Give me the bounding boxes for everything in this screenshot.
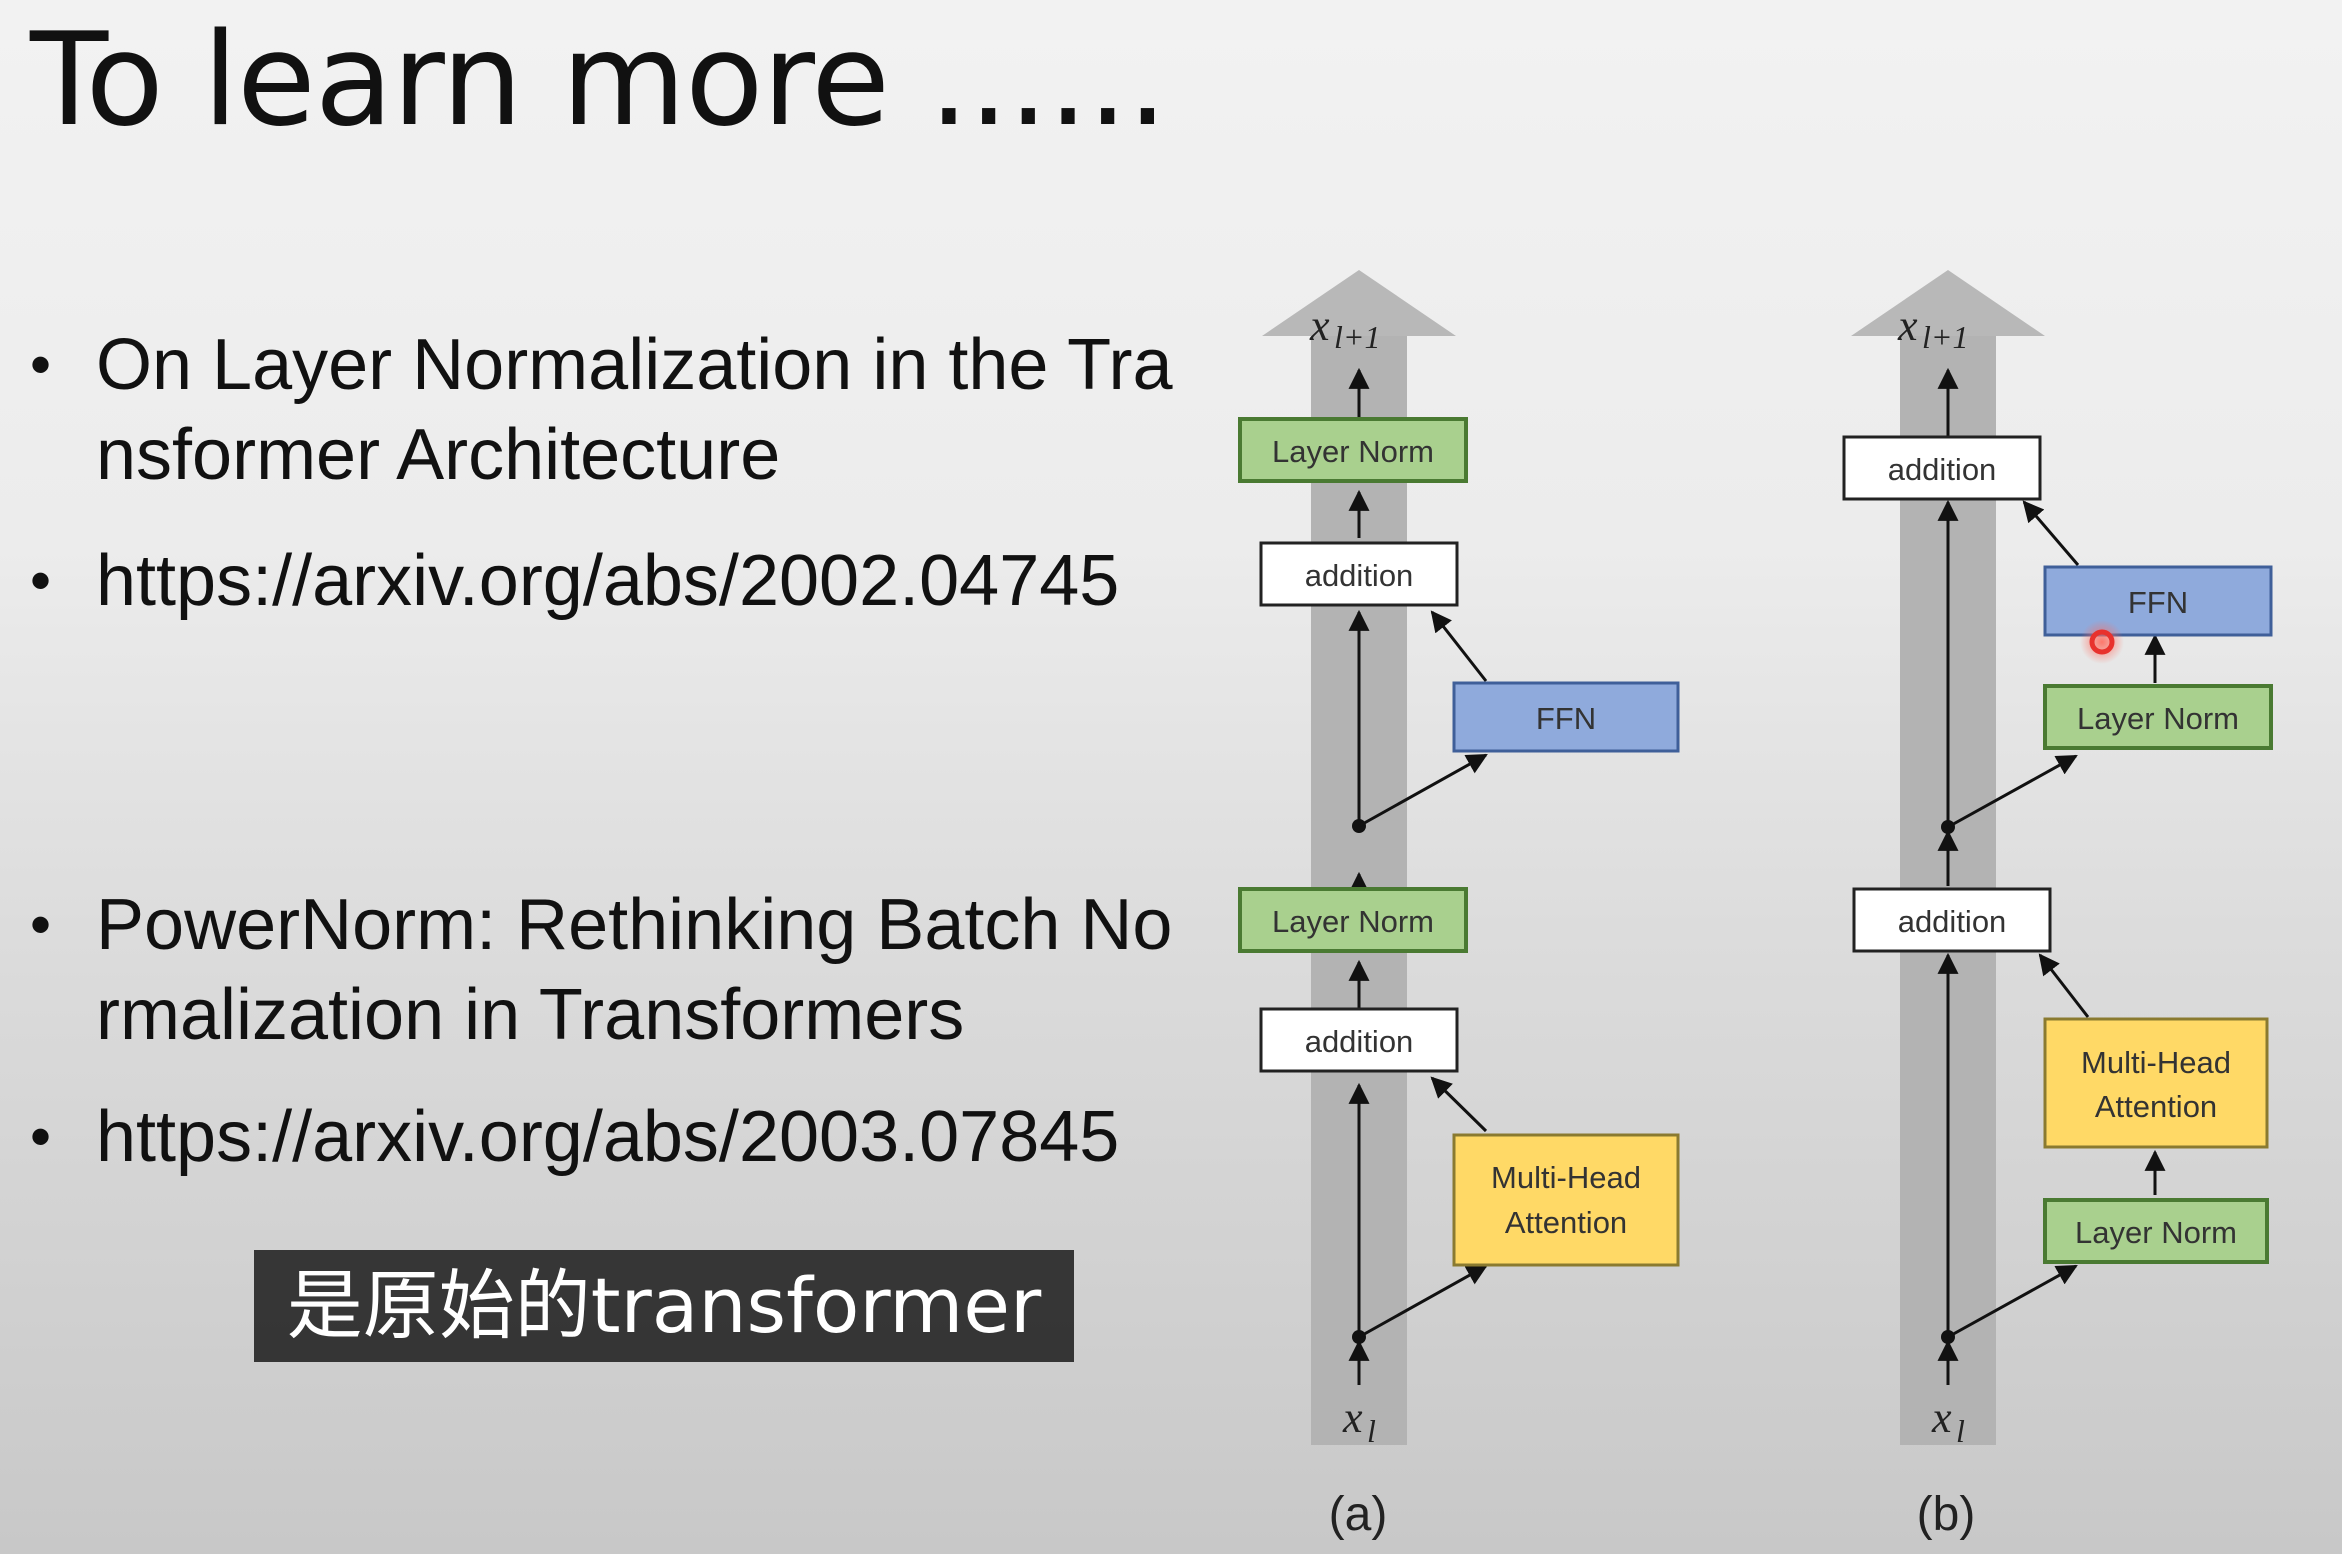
- ffn-label: FFN: [1536, 701, 1596, 736]
- caption-a: (a): [1329, 1488, 1388, 1541]
- attention-label-line2: Attention: [2095, 1089, 2217, 1124]
- addition-label: addition: [1888, 452, 1997, 487]
- addition-label: addition: [1305, 558, 1414, 593]
- video-subtitle: 是原始的transformer: [254, 1250, 1074, 1362]
- attention-label-line2: Attention: [1505, 1205, 1627, 1240]
- laser-pointer-glow: [2080, 620, 2124, 664]
- input-x-label: x: [1931, 1393, 1952, 1442]
- output-subscript: l+1: [1334, 319, 1380, 355]
- input-x-label: x: [1342, 1393, 1363, 1442]
- diagram-b: addition FFN Layer Norm addition Multi-H…: [1842, 270, 2273, 1541]
- slide: To learn more ...... • On Layer Normaliz…: [0, 0, 2342, 1554]
- layer-norm-label: Layer Norm: [2075, 1215, 2237, 1250]
- caption-b: (b): [1917, 1488, 1976, 1541]
- layer-norm-label: Layer Norm: [1272, 434, 1434, 469]
- multi-head-attention-block: [1452, 1133, 1680, 1267]
- input-subscript: l: [1956, 1413, 1965, 1449]
- input-subscript: l: [1367, 1413, 1376, 1449]
- layer-norm-label: Layer Norm: [2077, 701, 2239, 736]
- output-subscript: l+1: [1922, 319, 1968, 355]
- attention-label-line1: Multi-Head: [2081, 1045, 2231, 1080]
- diagram-a: Layer Norm addition FFN Layer Norm addit…: [1238, 270, 1680, 1541]
- multi-head-attention-block: [2043, 1017, 2269, 1149]
- output-x-label: x: [1309, 301, 1330, 350]
- addition-label: addition: [1305, 1024, 1414, 1059]
- addition-label: addition: [1898, 904, 2007, 939]
- ffn-label: FFN: [2128, 585, 2188, 620]
- output-x-label: x: [1897, 301, 1918, 350]
- layer-norm-label: Layer Norm: [1272, 904, 1434, 939]
- attention-label-line1: Multi-Head: [1491, 1160, 1641, 1195]
